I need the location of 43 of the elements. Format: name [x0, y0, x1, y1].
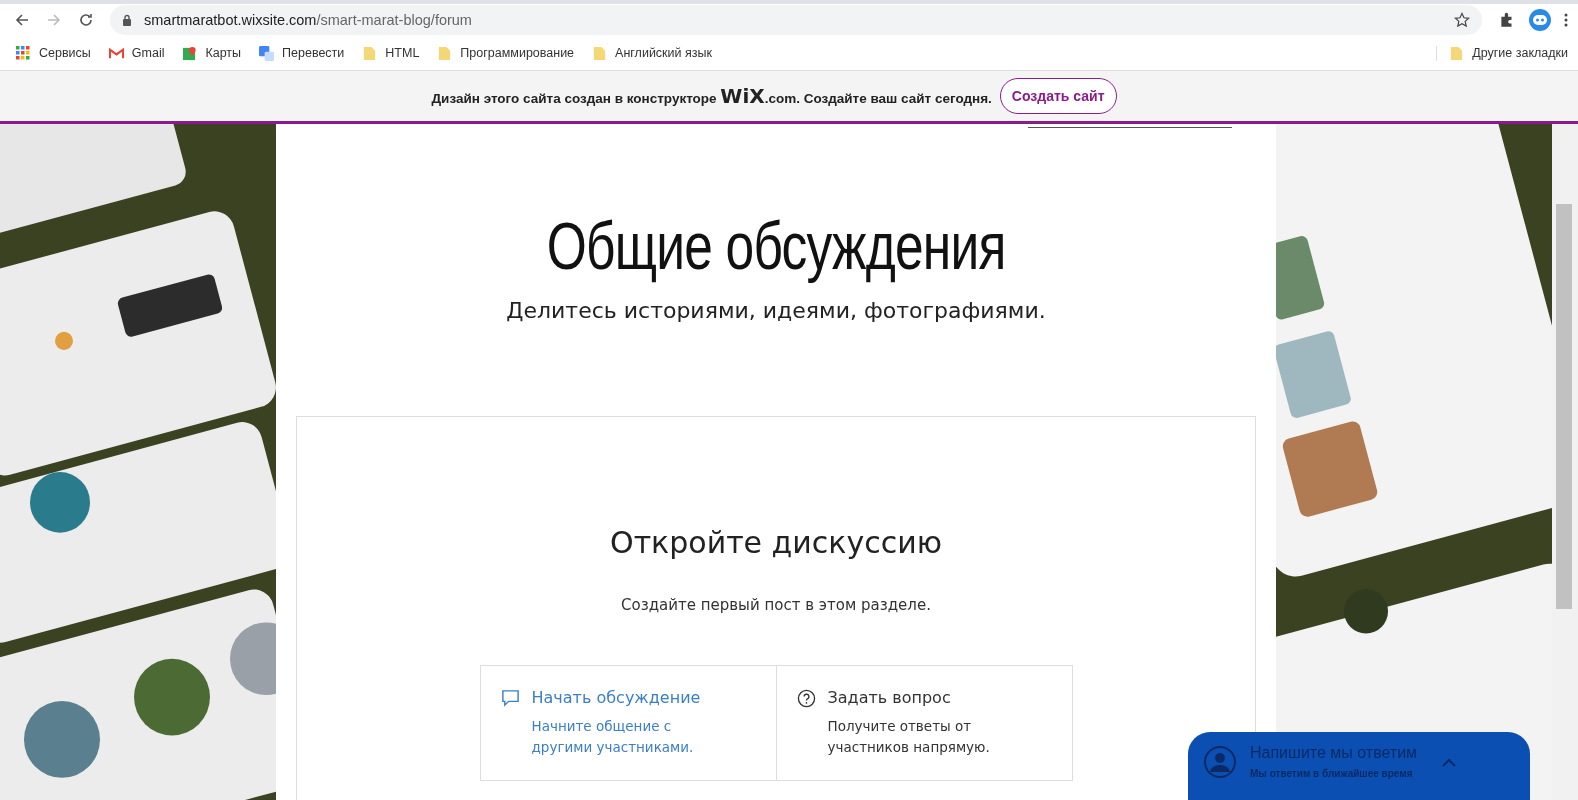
back-icon[interactable] [14, 12, 30, 28]
url-host: smartmaratbot.wixsite.com [144, 12, 317, 28]
question-icon [796, 689, 816, 708]
empty-state-title: Откройте дискуссию [610, 525, 942, 560]
folder-icon [592, 45, 608, 61]
folder-icon [437, 45, 453, 61]
bookmark[interactable]: Перевести [259, 45, 345, 61]
bookmark[interactable]: Gmail [108, 45, 165, 61]
scrollbar-thumb[interactable] [1556, 204, 1572, 609]
reload-icon[interactable] [78, 12, 94, 28]
user-avatar-icon [1204, 746, 1236, 778]
create-site-button[interactable]: Создать сайт [999, 78, 1117, 114]
option-title: Задать вопрос [827, 688, 952, 707]
url-path: /smart-marat-blog/forum [316, 12, 472, 28]
mail-icon [108, 45, 124, 61]
folder-icon [1449, 45, 1465, 61]
speech-bubble-icon [500, 689, 520, 708]
bookmark[interactable]: Другие закладки [1436, 45, 1568, 61]
bookmark[interactable]: Английский язык [592, 45, 712, 61]
address-bar[interactable]: smartmaratbot.wixsite.com/smart-marat-blog/forum [110, 5, 1482, 35]
bookmark[interactable]: Карты [182, 45, 242, 61]
menu-icon[interactable] [1564, 12, 1568, 28]
bookmark[interactable]: Сервисы [16, 45, 91, 61]
profile-icon[interactable] [1528, 8, 1552, 32]
map-pin-icon [182, 45, 198, 61]
option-title: Начать обсуждение [531, 688, 702, 707]
bookmark[interactable]: HTML [362, 45, 420, 61]
bookmark[interactable]: Программирование [437, 45, 575, 61]
apps-grid-icon [16, 45, 31, 61]
folder-icon [362, 45, 378, 61]
chat-title: Напишите мы ответим [1250, 744, 1418, 762]
option-text: Получите ответы от участников напрямую. [827, 717, 991, 757]
option-text: Начните общение с другими участниками. [531, 717, 695, 757]
lock-icon [122, 14, 132, 26]
banner-text: Дизайн этого сайта создан в конструкторе WiX.com. Создайте ваш сайт сегодня. [431, 84, 992, 108]
empty-state-text: Создайте первый пост в этом разделе. [621, 596, 931, 614]
star-icon[interactable] [1454, 12, 1470, 28]
page-title: Общие обсуждения [546, 208, 1006, 284]
page-subtitle: Делитесь историями, идеями, фотографиями. [506, 298, 1046, 323]
translate-icon [259, 45, 275, 61]
chat-subtitle: Мы ответим в ближайшее время [1250, 768, 1414, 779]
option-card[interactable]: Начать обсуждение Начните общение с другими участниками. [480, 666, 776, 780]
option-card[interactable]: Задать вопрос Получите ответы от участников напрямую. [775, 666, 1072, 780]
